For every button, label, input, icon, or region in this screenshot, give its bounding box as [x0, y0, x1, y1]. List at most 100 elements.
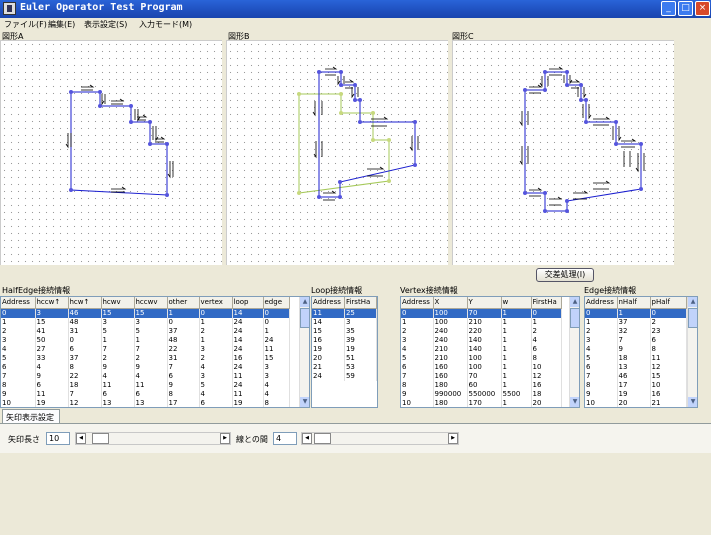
table-row[interactable]: 9 19 16 — [585, 389, 687, 399]
column-header[interactable]: loop — [232, 297, 264, 309]
table-row[interactable]: 8 17 10 — [585, 380, 687, 390]
table-row[interactable]: 3 240 140 1 4 — [401, 335, 562, 345]
close-button[interactable]: × — [695, 1, 710, 16]
table-row[interactable]: 15 35 — [312, 326, 377, 336]
table-row[interactable]: 9 11 7 6 6 8 4 11 4 — [1, 389, 290, 399]
table-row[interactable]: 6 13 12 — [585, 362, 687, 372]
canvas-a[interactable] — [0, 40, 222, 265]
table-row[interactable]: 10 20 21 — [585, 398, 687, 407]
slider-right-arrow-icon[interactable]: ▶ — [220, 433, 230, 444]
column-header[interactable]: FirstHa — [531, 297, 562, 309]
canvas-c[interactable] — [452, 40, 674, 265]
table-row[interactable]: 11 25 — [312, 308, 377, 318]
table-row[interactable]: 7 160 70 1 12 — [401, 371, 562, 381]
column-header[interactable]: X — [433, 297, 468, 309]
column-header[interactable]: nHalf — [617, 297, 651, 309]
scroll-thumb[interactable] — [688, 308, 697, 328]
table-cell: 25 — [344, 308, 377, 318]
edge-grid[interactable]: Address nHalf pHalf 0 1 0 1 37 2 2 32 23 3 7 6 4 9 8 5 18 11… — [584, 296, 698, 408]
table-row[interactable]: 2 240 220 1 2 — [401, 326, 562, 336]
column-header[interactable]: hccwv — [134, 297, 168, 309]
loop-grid[interactable]: Address FirstHa 11 25 14 3 15 35 16 39 19 19 20 51 21 5… — [311, 296, 378, 408]
arrow-length-thumb[interactable] — [91, 433, 109, 444]
table-row[interactable]: 21 53 — [312, 362, 377, 372]
scroll-thumb[interactable] — [570, 308, 579, 328]
table-row[interactable]: 010 — [585, 308, 687, 318]
table-cell: 5 — [585, 353, 618, 363]
column-header[interactable]: Address — [1, 297, 36, 309]
table-row[interactable]: 10 19 12 13 13 17 6 19 8 — [1, 398, 290, 407]
table-row[interactable]: 5 210 100 1 8 — [401, 353, 562, 363]
table-row[interactable]: 4 210 140 1 6 — [401, 344, 562, 354]
scroll-up-arrow-icon[interactable]: ▲ — [688, 297, 697, 307]
slider-left-arrow-icon[interactable]: ◀ — [302, 433, 312, 444]
table-row[interactable]: 20 51 — [312, 353, 377, 363]
maximize-button[interactable]: □ — [678, 1, 693, 16]
column-header[interactable]: Y — [467, 297, 502, 309]
table-row[interactable]: 7 46 15 — [585, 371, 687, 381]
edge-scrollbar[interactable]: ▲ ▼ — [687, 297, 697, 407]
column-header[interactable]: hccw↑ — [35, 297, 69, 309]
table-row[interactable]: 3 50 0 1 1 48 1 14 24 — [1, 335, 290, 345]
table-row[interactable]: 2 32 23 — [585, 326, 687, 336]
table-row[interactable]: 6 4 8 9 9 7 4 24 3 — [1, 362, 290, 372]
column-header[interactable]: Address — [585, 297, 618, 309]
table-row[interactable]: 7 9 22 4 4 6 3 11 3 — [1, 371, 290, 381]
slider-right-arrow-icon[interactable]: ▶ — [448, 433, 458, 444]
column-header[interactable]: FirstHa — [344, 297, 377, 309]
halfedge-scrollbar[interactable]: ▲ ▼ — [299, 297, 309, 407]
column-header[interactable]: pHalf — [650, 297, 687, 309]
scroll-up-arrow-icon[interactable]: ▲ — [300, 297, 309, 307]
arrow-length-slider[interactable]: ◀ ▶ — [75, 432, 231, 445]
vertex-scrollbar[interactable]: ▲ ▼ — [569, 297, 579, 407]
intersect-button[interactable]: 交差処理(I) — [536, 268, 594, 282]
table-row[interactable]: 10 180 170 1 20 — [401, 398, 562, 407]
column-header[interactable]: Address — [312, 297, 345, 309]
column-header[interactable]: hcw↑ — [68, 297, 102, 309]
menu-input-mode[interactable]: 入力モード(M) — [139, 19, 192, 30]
table-row[interactable]: 14 3 — [312, 317, 377, 327]
slider-left-arrow-icon[interactable]: ◀ — [76, 433, 86, 444]
canvas-b[interactable] — [226, 40, 448, 265]
halfedge-grid[interactable]: Address hccw↑ hcw↑ hcwv hccwv other vertex loop… — [0, 296, 310, 408]
table-row[interactable]: 8 6 18 11 11 9 5 24 4 — [1, 380, 290, 390]
table-row[interactable]: 5 18 11 — [585, 353, 687, 363]
table-row[interactable]: 24 59 — [312, 371, 377, 381]
table-row[interactable]: 0 3 46 15 15 1 0 14 0 — [1, 308, 290, 318]
column-header[interactable]: w — [501, 297, 532, 309]
column-header[interactable]: Address — [401, 297, 434, 309]
table-row[interactable]: 1 15 48 3 3 0 1 24 0 — [1, 317, 290, 327]
column-header[interactable]: vertex — [199, 297, 233, 309]
column-header[interactable]: other — [167, 297, 200, 309]
table-row[interactable]: 498 — [585, 344, 687, 354]
tab-arrow-settings[interactable]: 矢印表示設定 — [2, 409, 60, 424]
arrow-length-input[interactable]: 10 — [46, 432, 70, 445]
scroll-down-arrow-icon[interactable]: ▼ — [688, 397, 697, 407]
scroll-down-arrow-icon[interactable]: ▼ — [570, 397, 579, 407]
table-row[interactable]: 16 39 — [312, 335, 377, 345]
column-header[interactable]: edge — [263, 297, 290, 309]
minimize-button[interactable]: _ — [661, 1, 676, 16]
column-header[interactable]: hcwv — [101, 297, 135, 309]
table-row[interactable]: 9 990000 550000 5500 18 — [401, 389, 562, 399]
line-gap-input[interactable]: 4 — [273, 432, 297, 445]
vertex-grid[interactable]: Address X Yw FirstHa 0 100 70 1 0 1 100 210 1 1 2 240 22… — [400, 296, 580, 408]
table-row[interactable]: 8 180 60 1 16 — [401, 380, 562, 390]
table-row[interactable]: 6 160 100 1 10 — [401, 362, 562, 372]
table-row[interactable]: 0 100 70 1 0 — [401, 308, 562, 318]
table-row[interactable]: 1 100 210 1 1 — [401, 317, 562, 327]
table-row[interactable]: 19 19 — [312, 344, 377, 354]
table-row[interactable]: 5 33 37 2 2 31 2 16 15 — [1, 353, 290, 363]
line-gap-thumb[interactable] — [314, 433, 332, 444]
scroll-down-arrow-icon[interactable]: ▼ — [300, 397, 309, 407]
line-gap-slider[interactable]: ◀ ▶ — [301, 432, 459, 445]
menu-edit[interactable]: 編集(E) — [48, 19, 75, 30]
table-row[interactable]: 2 41 31 5 5 37 2 24 1 — [1, 326, 290, 336]
scroll-thumb[interactable] — [300, 308, 309, 328]
table-row[interactable]: 4 27 6 7 7 22 3 24 11 — [1, 344, 290, 354]
table-row[interactable]: 376 — [585, 335, 687, 345]
scroll-up-arrow-icon[interactable]: ▲ — [570, 297, 579, 307]
table-row[interactable]: 1 37 2 — [585, 317, 687, 327]
menu-view-settings[interactable]: 表示設定(S) — [84, 19, 127, 30]
menu-file[interactable]: ファイル(F) — [4, 19, 47, 30]
